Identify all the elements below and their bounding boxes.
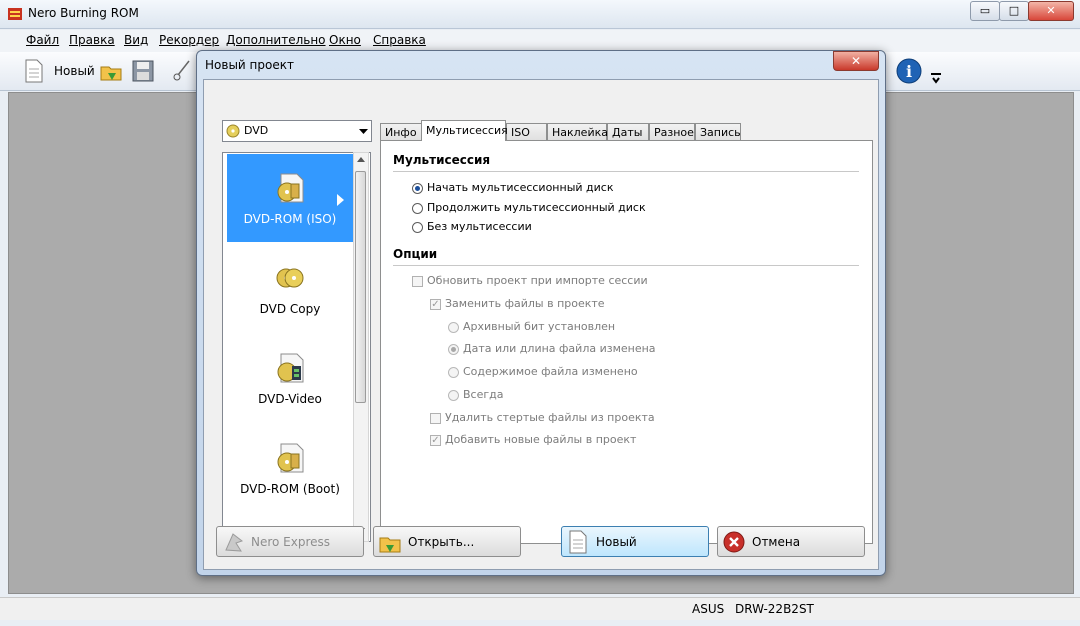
new-project-dialog: Новый проект ✕ DVD DVD-ROM (ISO) DVD Cop…: [196, 50, 886, 576]
statusbar: ASUS DRW-22B2ST: [0, 597, 1080, 620]
scroll-thumb[interactable]: [355, 171, 366, 403]
info-icon[interactable]: i: [896, 58, 922, 84]
checkbox-add-new-files-label[interactable]: Добавить новые файлы в проект: [445, 433, 636, 446]
divider: [393, 171, 859, 172]
tab-label[interactable]: Наклейка: [547, 123, 608, 140]
new-document-icon: [569, 530, 587, 554]
menu-view[interactable]: Вид: [124, 33, 148, 47]
radio-no-multisession-label[interactable]: Без мультисессии: [427, 220, 532, 233]
checkbox-update-project-label[interactable]: Обновить проект при импорте сессии: [427, 274, 648, 287]
maximize-button[interactable]: □: [999, 1, 1029, 21]
radio-always[interactable]: [448, 390, 459, 401]
project-item-label: DVD-ROM (ISO): [243, 212, 337, 226]
checkbox-delete-erased-label[interactable]: Удалить стертые файлы из проекта: [445, 411, 655, 424]
tab-multisession[interactable]: Мультисессия: [421, 120, 508, 141]
disc-type-value: DVD: [244, 124, 269, 137]
radio-date-changed[interactable]: [448, 344, 459, 355]
minimize-button[interactable]: ▭: [970, 1, 1000, 21]
radio-start-multisession-label[interactable]: Начать мультисессионный диск: [427, 181, 613, 194]
project-item-label: DVD Copy: [259, 302, 321, 316]
radio-archive-bit[interactable]: [448, 322, 459, 333]
disc-icon: [226, 124, 240, 138]
radio-always-label[interactable]: Всегда: [463, 388, 504, 401]
menu-recorder[interactable]: Рекордер: [159, 33, 219, 47]
project-type-list: DVD-ROM (ISO) DVD Copy DVD-Video DVD-ROM…: [222, 152, 371, 542]
window-title: Nero Burning ROM: [28, 6, 139, 20]
checkbox-add-new-files[interactable]: ✓: [430, 435, 441, 446]
dialog-close-button[interactable]: ✕: [833, 51, 879, 71]
main-titlebar: Nero Burning ROM ▭ □ ✕: [0, 0, 1080, 29]
new-document-icon[interactable]: [24, 59, 44, 83]
radio-archive-bit-label[interactable]: Архивный бит установлен: [463, 320, 615, 333]
tab-dates[interactable]: Даты: [607, 123, 649, 140]
radio-start-multisession[interactable]: [412, 183, 423, 194]
menu-file[interactable]: Файл: [26, 33, 59, 47]
menu-help[interactable]: Справка: [373, 33, 426, 47]
status-drive-vendor: ASUS: [692, 602, 725, 616]
new-button[interactable]: Новый: [561, 526, 709, 557]
chevron-down-icon: [359, 129, 368, 134]
radio-date-changed-label[interactable]: Дата или длина файла изменена: [463, 342, 656, 355]
menu-edit[interactable]: Правка: [69, 33, 115, 47]
dvd-copy-icon: [276, 268, 304, 288]
status-drive-model: DRW-22B2ST: [735, 602, 814, 616]
cancel-button[interactable]: Отмена: [717, 526, 865, 557]
options-heading: Опции: [393, 247, 438, 261]
scroll-up-icon[interactable]: [357, 157, 365, 162]
divider: [393, 265, 859, 266]
toolbar-overflow-icon[interactable]: [930, 70, 942, 84]
chevron-right-icon: [337, 194, 344, 206]
svg-text:i: i: [906, 62, 912, 81]
dialog-body: DVD DVD-ROM (ISO) DVD Copy DVD-Video DVD…: [203, 79, 879, 570]
menu-extras[interactable]: Дополнительно: [226, 33, 326, 47]
multisession-heading: Мультисессия: [393, 153, 491, 167]
radio-content-changed[interactable]: [448, 367, 459, 378]
nero-flame-icon: [8, 8, 22, 20]
dvd-rom-disc-icon: [277, 173, 304, 203]
tab-iso[interactable]: ISO: [506, 123, 547, 140]
close-button[interactable]: ✕: [1028, 1, 1074, 21]
cancel-icon: [723, 531, 745, 553]
checkbox-replace-files[interactable]: ✓: [430, 299, 441, 310]
project-item-dvd-video[interactable]: DVD-Video: [227, 334, 353, 422]
menu-window[interactable]: Окно: [329, 33, 361, 47]
toolbar-new-label[interactable]: Новый: [54, 64, 95, 78]
cut-icon[interactable]: [171, 59, 193, 83]
nero-express-icon: [225, 533, 244, 552]
open-button[interactable]: Открыть...: [373, 526, 521, 557]
open-button-label: Открыть...: [408, 535, 475, 549]
radio-content-changed-label[interactable]: Содержимое файла изменено: [463, 365, 638, 378]
save-icon[interactable]: [131, 59, 155, 83]
tab-info[interactable]: Инфо: [380, 123, 422, 140]
project-item-label: DVD-ROM (Boot): [240, 482, 340, 496]
project-list-scrollbar[interactable]: [353, 152, 369, 542]
dvd-boot-icon: [277, 443, 304, 473]
radio-continue-multisession-label[interactable]: Продолжить мультисессионный диск: [427, 201, 646, 214]
disc-type-dropdown[interactable]: DVD: [222, 120, 372, 142]
dialog-title: Новый проект: [205, 58, 294, 72]
checkbox-delete-erased[interactable]: [430, 413, 441, 424]
dvd-video-icon: [277, 353, 304, 383]
radio-no-multisession[interactable]: [412, 222, 423, 233]
multisession-tab-panel: Мультисессия Начать мультисессионный дис…: [380, 140, 873, 544]
project-item-dvd-copy[interactable]: DVD Copy: [227, 244, 353, 332]
cancel-button-label: Отмена: [752, 535, 801, 549]
nero-express-label: Nero Express: [251, 535, 331, 549]
checkbox-replace-files-label[interactable]: Заменить файлы в проекте: [445, 297, 605, 310]
checkbox-update-project[interactable]: [412, 276, 423, 287]
nero-express-button[interactable]: Nero Express: [216, 526, 364, 557]
tab-burn[interactable]: Запись: [695, 123, 741, 140]
project-item-label: DVD-Video: [258, 392, 322, 406]
radio-continue-multisession[interactable]: [412, 203, 423, 214]
tab-misc[interactable]: Разное: [649, 123, 695, 140]
menubar: Файл Правка Вид Рекордер Дополнительно О…: [0, 30, 1080, 52]
open-folder-icon[interactable]: [99, 59, 123, 83]
open-folder-icon: [379, 537, 401, 553]
new-button-label: Новый: [596, 535, 637, 549]
project-item-dvd-rom-boot[interactable]: DVD-ROM (Boot): [227, 424, 353, 512]
project-item-dvd-rom-iso[interactable]: DVD-ROM (ISO): [227, 154, 353, 242]
